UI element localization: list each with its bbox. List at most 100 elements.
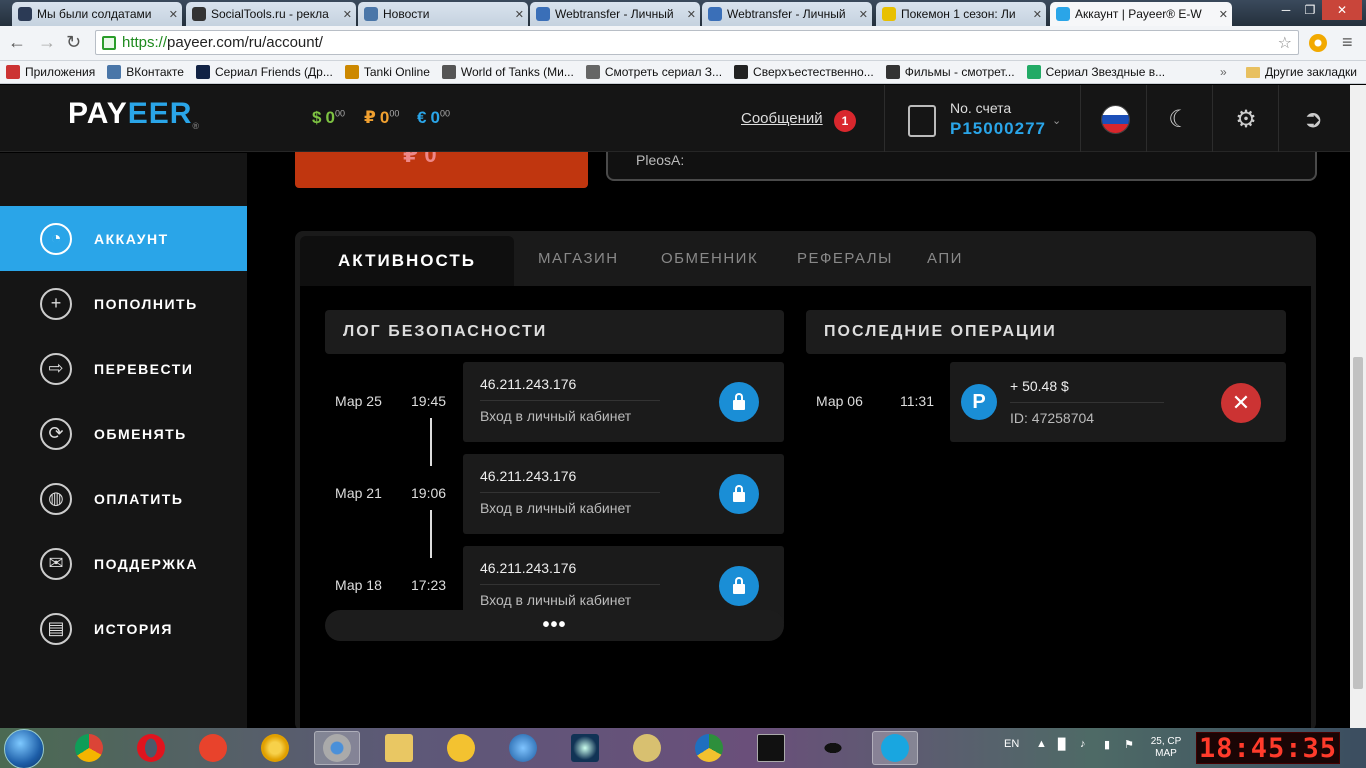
apps-grid-icon [6,65,20,79]
exchange-icon: ⟳ [40,417,72,450]
close-tab-icon[interactable]: ✕ [169,8,178,21]
bookmark-item[interactable]: Tanki Online [344,65,430,79]
cmd-taskbar-icon[interactable] [748,731,794,765]
night-mode-icon[interactable]: ☾ [1162,102,1196,136]
back-arrow-icon[interactable]: ← [8,32,26,53]
sidebar-item-0[interactable]: ◔ АККАУНТ [0,206,247,271]
bookmark-item[interactable]: ВКонтакте [107,65,184,79]
page-scrollbar[interactable] [1350,85,1366,728]
tray-expand-icon[interactable]: ▲ [1036,738,1047,750]
media-taskbar-icon[interactable] [500,731,546,765]
close-tab-icon[interactable]: ✕ [343,8,352,21]
panel-tab-1[interactable]: МАГАЗИН [538,250,619,267]
browser-tab[interactable]: Webtransfer - Личный ✕ [530,2,700,26]
taskbar-date[interactable]: 25, СР МАР [1144,736,1188,760]
close-tab-icon[interactable]: ✕ [687,8,696,21]
sidebar-item-5[interactable]: ✉ ПОДДЕРЖКА [0,531,247,596]
balance-0[interactable]: $000 [312,108,345,128]
minimize-button[interactable]: ─ [1274,0,1298,20]
reload-icon[interactable]: ↻ [66,32,81,53]
close-window-button[interactable]: ✕ [1322,0,1362,20]
close-tab-icon[interactable]: ✕ [515,8,524,21]
restore-button[interactable]: ❐ [1298,0,1322,20]
security-log-header: ЛОГ БЕЗОПАСНОСТИ [325,310,784,354]
payeer-logo[interactable]: PAYEER® [68,97,200,131]
balance-1[interactable]: ₽000 [364,108,399,128]
power-icon[interactable]: ▮ [1104,738,1110,751]
list-icon [585,65,600,79]
sidebar-item-6[interactable]: ▤ ИСТОРИЯ [0,596,247,661]
bookmark-item[interactable]: World of Tanks (Ми... [441,65,574,79]
bookmark-item[interactable]: Фильмы - смотрет... [885,65,1015,79]
extension-icon[interactable] [1309,34,1327,52]
chevron-down-icon[interactable]: ⌄ [1052,114,1061,127]
space-taskbar-icon[interactable] [562,731,608,765]
panel-tab-4[interactable]: АПИ [927,250,963,267]
lock-button[interactable] [719,474,759,514]
site-header: PAYEER® $000 ₽000 €000 Сообщений 1 No. сче… [0,85,1350,152]
messages-link[interactable]: Сообщений [741,110,823,127]
webcam-taskbar-icon[interactable] [624,731,670,765]
start-button[interactable] [4,729,44,768]
eye-taskbar-icon[interactable] [810,731,856,765]
sidebar-item-2[interactable]: ⇨ ПЕРЕВЕСТИ [0,336,247,401]
chrome-taskbar-icon[interactable] [66,731,112,765]
lock-button[interactable] [719,566,759,606]
bookmark-star-icon[interactable]: ☆ [1278,33,1292,53]
payeer-p-icon: P [961,384,997,420]
scrollbar-thumb[interactable] [1353,357,1363,689]
russian-flag-icon[interactable] [1101,105,1130,134]
browser-tab[interactable]: Мы были солдатами ✕ [12,2,182,26]
close-tab-icon[interactable]: ✕ [1219,8,1228,21]
network-icon[interactable]: ▉ [1058,738,1066,751]
cancel-operation-button[interactable]: ✕ [1221,383,1261,423]
opera-taskbar-icon[interactable] [128,731,174,765]
gear-icon[interactable]: ⚙ [1229,102,1263,136]
show-more-button[interactable]: ••• [325,610,784,641]
browser-tab[interactable]: Новости ✕ [358,2,528,26]
bookmark-item[interactable]: Смотреть сериал З... [585,65,722,79]
balance-2[interactable]: €000 [417,108,450,128]
close-tab-icon[interactable]: ✕ [859,8,868,21]
panel-tab-2[interactable]: ОБМЕННИК [661,250,758,267]
browser-tab[interactable]: Webtransfer - Личный ✕ [702,2,872,26]
sidebar-item-3[interactable]: ⟳ ОБМЕНЯТЬ [0,401,247,466]
sidebar-item-4[interactable]: ◍ ОПЛАТИТЬ [0,466,247,531]
ssl-lock-icon [102,35,116,50]
panel-tabs: АКТИВНОСТЬ МАГАЗИН ОБМЕННИК РЕФЕРАЛЫ АПИ [295,231,1316,286]
menu-icon[interactable]: ≡ [1342,32,1353,53]
triangle-app-taskbar-icon[interactable] [686,731,732,765]
browser-tab[interactable]: Аккаунт | Payeer® E-W ✕ [1050,2,1232,26]
panel-tab-0[interactable]: АКТИВНОСТЬ [300,236,514,286]
yandex-browser-taskbar-icon[interactable] [190,731,236,765]
explorer-taskbar-icon[interactable] [376,731,422,765]
game-taskbar-icon[interactable] [438,731,484,765]
flag-tray-icon[interactable]: ⚑ [1124,738,1134,751]
account-number[interactable]: P15000277 [950,119,1046,139]
panel-tab-3[interactable]: РЕФЕРАЛЫ [797,250,893,267]
digital-clock[interactable]: 18:45:35 [1196,732,1340,764]
bookmark-item[interactable]: Сериал Friends (Др... [195,65,333,79]
browser-tab[interactable]: SocialTools.ru - рекла ✕ [186,2,356,26]
volume-icon[interactable]: ♪ [1080,738,1086,750]
other-bookmarks-label: Другие закладки [1265,65,1357,79]
logout-icon[interactable]: ➲ [1296,102,1330,136]
bookmarks-overflow[interactable]: » [1220,65,1227,79]
chrome-active-taskbar-icon[interactable] [314,731,360,765]
bookmark-item[interactable]: Приложения [6,65,95,79]
browser-tab[interactable]: Покемон 1 сезон: Ли ✕ [876,2,1046,26]
divider [884,85,885,152]
address-bar[interactable]: https://payeer.com/ru/account/ ☆ [95,30,1299,55]
yellow-app-taskbar-icon[interactable] [252,731,298,765]
lock-button[interactable] [719,382,759,422]
skype-taskbar-icon[interactable] [872,731,918,765]
language-indicator[interactable]: EN [1004,738,1019,750]
bookmark-item[interactable]: Сверхъестественно... [734,65,874,79]
close-tab-icon[interactable]: ✕ [1033,8,1042,21]
friends-icon [195,65,210,79]
bookmark-label: Сверхъестественно... [753,65,874,79]
sidebar-item-1[interactable]: + ПОПОЛНИТЬ [0,271,247,336]
forward-arrow-icon[interactable]: → [38,32,56,53]
other-bookmarks[interactable]: Другие закладки [1246,65,1357,79]
bookmark-item[interactable]: Сериал Звездные в... [1026,65,1165,79]
